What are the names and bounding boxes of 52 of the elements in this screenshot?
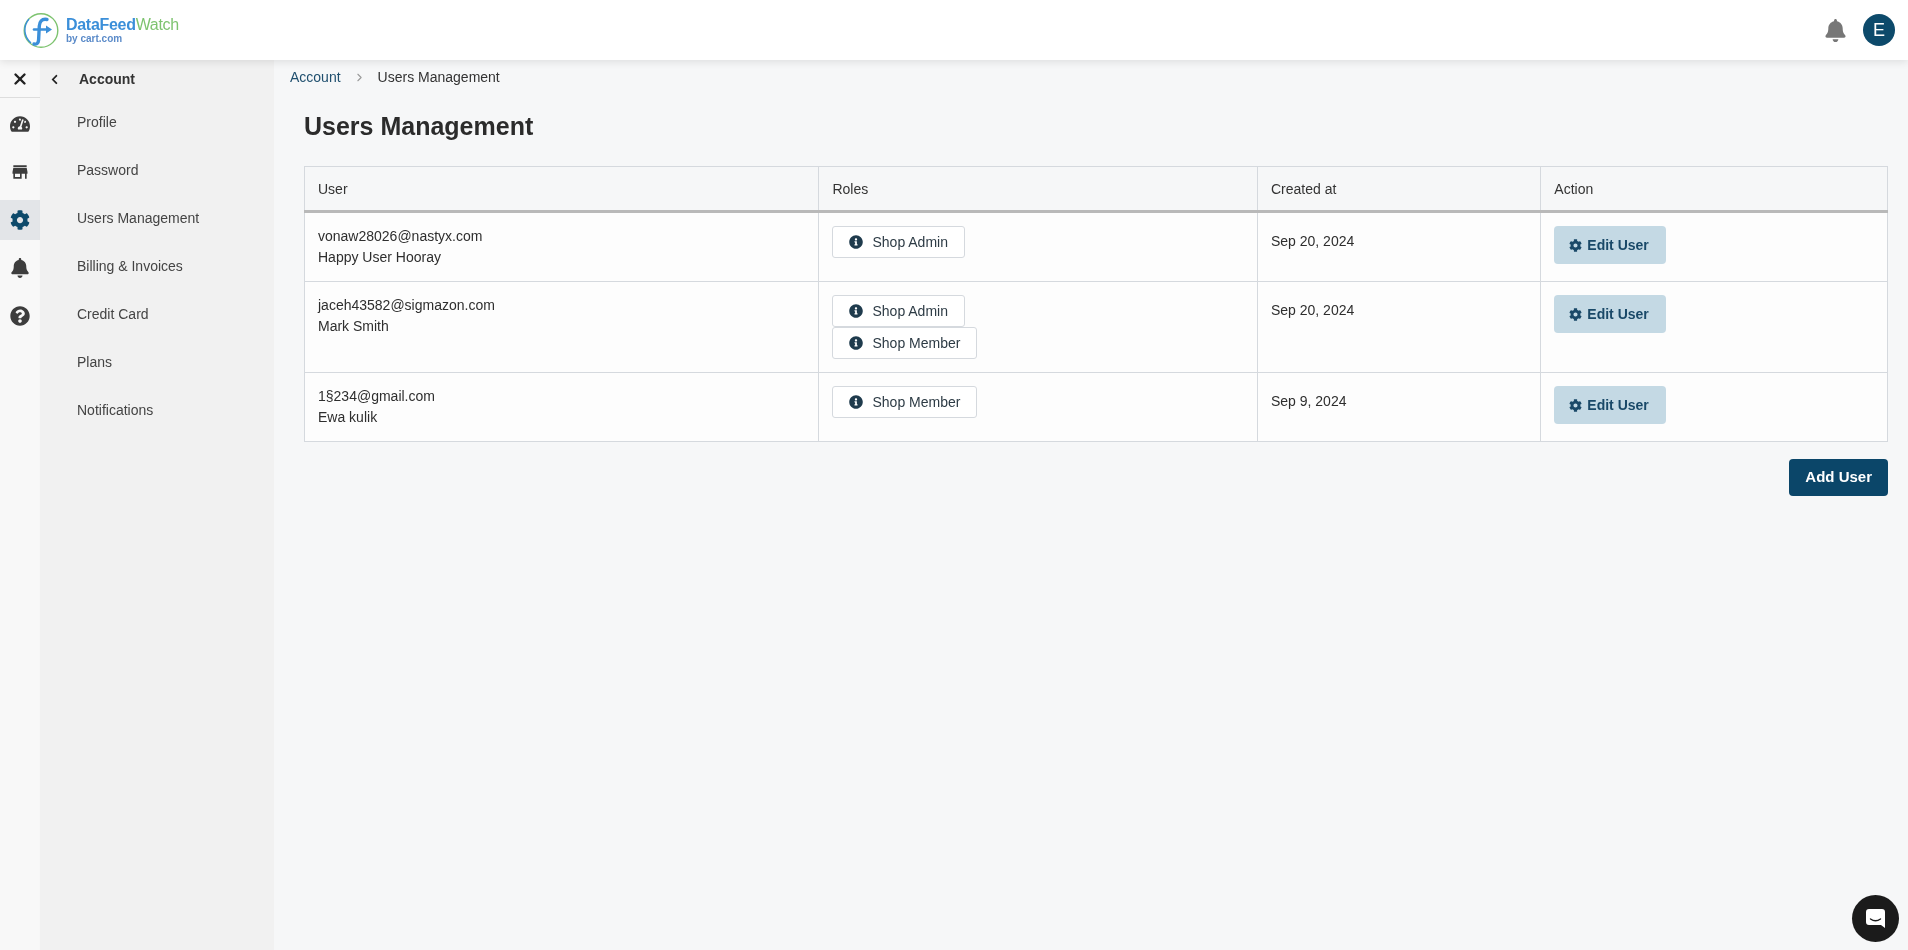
sidebar-link[interactable]: Users Management	[77, 207, 200, 229]
sidebar-back-button[interactable]: Account	[40, 60, 274, 98]
help-icon	[10, 306, 30, 326]
sidebar-link[interactable]: Notifications	[77, 399, 154, 421]
logo-wordmark: DataFeedWatch	[66, 16, 179, 33]
column-header: Roles	[832, 180, 869, 197]
page-title: Users Management	[304, 111, 534, 141]
chat-icon	[1866, 909, 1885, 928]
created-date: Sep 20, 2024	[1270, 233, 1355, 249]
info-icon	[849, 304, 864, 318]
sidebar-link[interactable]: Password	[77, 159, 139, 181]
sidebar-link[interactable]: Credit Card	[77, 303, 149, 325]
add-user-button[interactable]: Add User	[1789, 459, 1888, 496]
user-email: 1§234@gmail.com	[318, 387, 435, 406]
column-header: Created at	[1270, 180, 1337, 197]
logo-tagline: by cart.com	[66, 33, 124, 44]
role-badge: Shop Admin	[832, 295, 965, 327]
user-name: Happy User Hooray	[318, 248, 441, 267]
info-icon	[849, 336, 864, 350]
user-email: vonaw28026@nastyx.com	[318, 227, 483, 246]
user-name: Mark Smith	[318, 317, 389, 336]
role-badge: Shop Member	[832, 327, 978, 359]
sidebar-link[interactable]: Billing & Invoices	[77, 255, 183, 277]
logo-icon	[23, 11, 59, 49]
sidebar-link[interactable]: Profile	[77, 111, 117, 133]
bell-icon	[10, 258, 30, 278]
gear-icon	[1569, 307, 1583, 321]
column-header: Action	[1554, 180, 1594, 197]
role-badge: Shop Admin	[832, 226, 965, 258]
store-icon	[10, 162, 30, 182]
info-icon	[849, 235, 864, 249]
gear-icon	[10, 210, 30, 230]
breadcrumb-link[interactable]: Account	[290, 66, 341, 88]
created-date: Sep 20, 2024	[1270, 302, 1355, 318]
bell-icon[interactable]	[1825, 18, 1846, 42]
user-email: jaceh43582@sigmazon.com	[318, 296, 495, 315]
gear-icon	[1569, 238, 1583, 252]
info-icon	[849, 395, 864, 409]
edit-user-button[interactable]: Edit User	[1554, 386, 1666, 424]
chevron-left-icon	[50, 73, 59, 85]
column-header: User	[318, 180, 348, 197]
breadcrumb-current: Users Management	[377, 67, 500, 87]
role-badge: Shop Member	[832, 386, 978, 418]
gauge-icon	[10, 114, 30, 134]
user-avatar[interactable]: E	[1863, 14, 1895, 46]
edit-user-button[interactable]: Edit User	[1554, 226, 1666, 264]
rail-nav-item[interactable]	[0, 200, 40, 240]
edit-user-button[interactable]: Edit User	[1554, 295, 1666, 333]
gear-icon	[1569, 398, 1583, 412]
sidebar-link[interactable]: Plans	[77, 351, 113, 373]
created-date: Sep 9, 2024	[1270, 393, 1347, 409]
user-name: Ewa kulik	[318, 408, 378, 427]
